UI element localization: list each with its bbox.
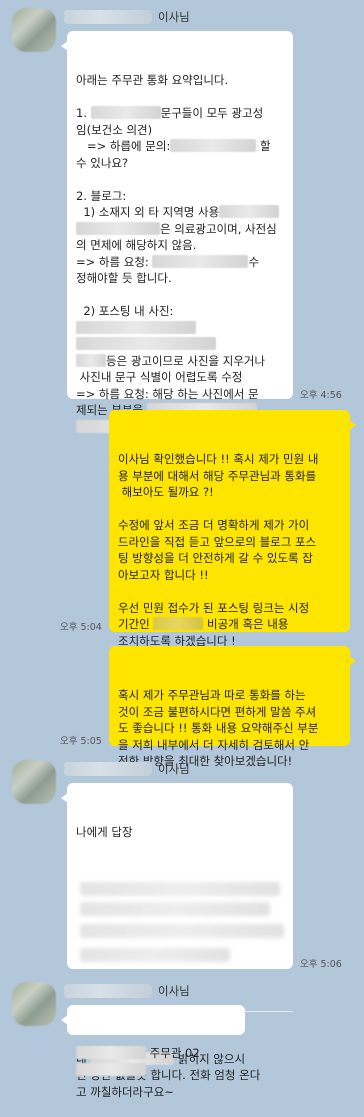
message-line: 주무관 02 [76, 1045, 236, 1078]
message-line [76, 171, 284, 188]
redacted-text [76, 1046, 146, 1059]
message-line: 정해야할 듯 합니다. [76, 271, 172, 285]
message-line: 고 까칠하더라구요~ [76, 1084, 174, 1099]
avatar[interactable] [12, 982, 56, 1026]
sender-name: 이사님 [158, 10, 190, 24]
message-bubble[interactable]: 혹시 제가 주무관님과 따로 통화를 하는것이 조금 불편하시다면 편하게 말씀… [109, 646, 356, 768]
sender-name-redacted [64, 984, 152, 998]
sender-name: 이사님 [158, 984, 190, 998]
message-bubble[interactable]: 아래는 주무관 통화 요약입니다. 1. 문구들이 모두 광고성임(보건소 의견… [61, 31, 293, 434]
message-line: 도 좋습니다 !! 통화 내용 요약해주신 부분 [118, 721, 319, 735]
message-line: 해보아도 될까요 ?! [118, 485, 214, 499]
redacted-text [90, 106, 161, 119]
message-line [76, 89, 284, 106]
message-line [118, 583, 341, 600]
message-line: 2. 블로그: [76, 188, 127, 203]
message-line: 은 의료광고이며, 사전심 [76, 221, 284, 238]
redacted-text [76, 221, 160, 235]
message-line: 것이 조금 불편하시다면 편하게 말씀 주셔 [118, 704, 317, 719]
message-line: 2) 포스팅 내 사진: [76, 303, 284, 336]
message-line: 1. 문구들이 모두 광고성 [76, 106, 264, 120]
message-line: 임(보건소 의견) [76, 122, 153, 137]
message-bubble[interactable]: 주무관 02 [61, 1005, 245, 1076]
message-text: 혹시 제가 주무관님과 따로 통화를 하는것이 조금 불편하시다면 편하게 말씀… [118, 687, 341, 770]
message-line: => 하름 요청: 수 [76, 254, 260, 269]
message-line: 등은 광고이므로 사진을 지우거나 [76, 353, 284, 370]
message-line: 의 면제에 해당하지 않음. [76, 238, 197, 252]
message-bubble[interactable]: 이사님 확인했습니다 !! 혹시 제가 민원 내용 부분에 대해서 해당 주무관… [109, 410, 356, 648]
message-line: => 하릅에 문의: 할 [76, 139, 271, 153]
reply-label: 나에게 답장 [76, 825, 133, 839]
message-line: => 하름 요청: 해당 하는 사진에서 문 [76, 386, 259, 401]
sender-name: 이사님 [158, 762, 190, 776]
message-text: 주무관 02 [76, 1045, 236, 1078]
message-line: 혹시 제가 주무관님과 따로 통화를 하는 [118, 688, 306, 702]
message-line: 수정에 앞서 조금 더 명확하게 제가 가이 [118, 518, 310, 532]
timestamp: 오후 5:05 [60, 736, 102, 747]
message-line: 드라인을 직접 듣고 앞으로의 블로그 포스 [118, 534, 317, 549]
message-line: 을 저희 내부에서 더 자세히 검토해서 안 [118, 737, 310, 752]
redacted-text [76, 353, 106, 367]
quoted-message-redacted [76, 878, 284, 974]
message-line: 우선 민원 접수가 된 포스팅 링크는 시정 [118, 600, 310, 615]
redacted-text [152, 254, 249, 268]
message-line: 사진내 문구 식별이 어렵도록 수정 [76, 370, 243, 384]
message-line: 이사님 확인했습니다 !! 혹시 제가 민원 내 [118, 452, 319, 466]
message-line [76, 336, 284, 353]
message-line: 기간인 비공개 혹은 내용 [118, 617, 289, 631]
redacted-text [76, 337, 216, 350]
timestamp: 오후 5:04 [60, 622, 102, 633]
message-line: 수 있나요? [76, 155, 129, 170]
message-line: 아래는 주무관 통화 요약입니다. [76, 73, 229, 87]
message-text: 이사님 확인했습니다 !! 혹시 제가 민원 내용 부분에 대해서 해당 주무관… [118, 451, 341, 649]
message-text: 아래는 주무관 통화 요약입니다. 1. 문구들이 모두 광고성임(보건소 의견… [76, 72, 284, 435]
message-line: 아보고자 합니다 !! [118, 567, 209, 582]
message-line: 팅 방향성을 더 안전하게 갈 수 있도록 잡 [118, 551, 313, 565]
message-line [76, 287, 284, 304]
sender-name-redacted [64, 10, 152, 24]
redacted-text [76, 320, 196, 334]
redacted-text [76, 1062, 146, 1076]
avatar[interactable] [12, 8, 56, 52]
redacted-text [219, 205, 280, 218]
timestamp: 오후 4:56 [300, 390, 342, 401]
message-line: 1) 소재지 외 타 지역명 사용 [76, 204, 284, 221]
reply-bubble[interactable]: 나에게 답장 네 밝히지 않으시면 상관 없을듯 합니다. 전화 엄청 온다고 … [61, 783, 293, 1099]
timestamp: 오후 5:06 [300, 959, 342, 970]
sender-name-redacted [64, 762, 152, 776]
redacted-text [153, 617, 204, 630]
redacted-text [170, 139, 257, 152]
message-line: 용 부분에 대해서 해당 주무관님과 통화를 [118, 468, 317, 483]
message-line [118, 501, 341, 518]
avatar[interactable] [12, 760, 56, 804]
